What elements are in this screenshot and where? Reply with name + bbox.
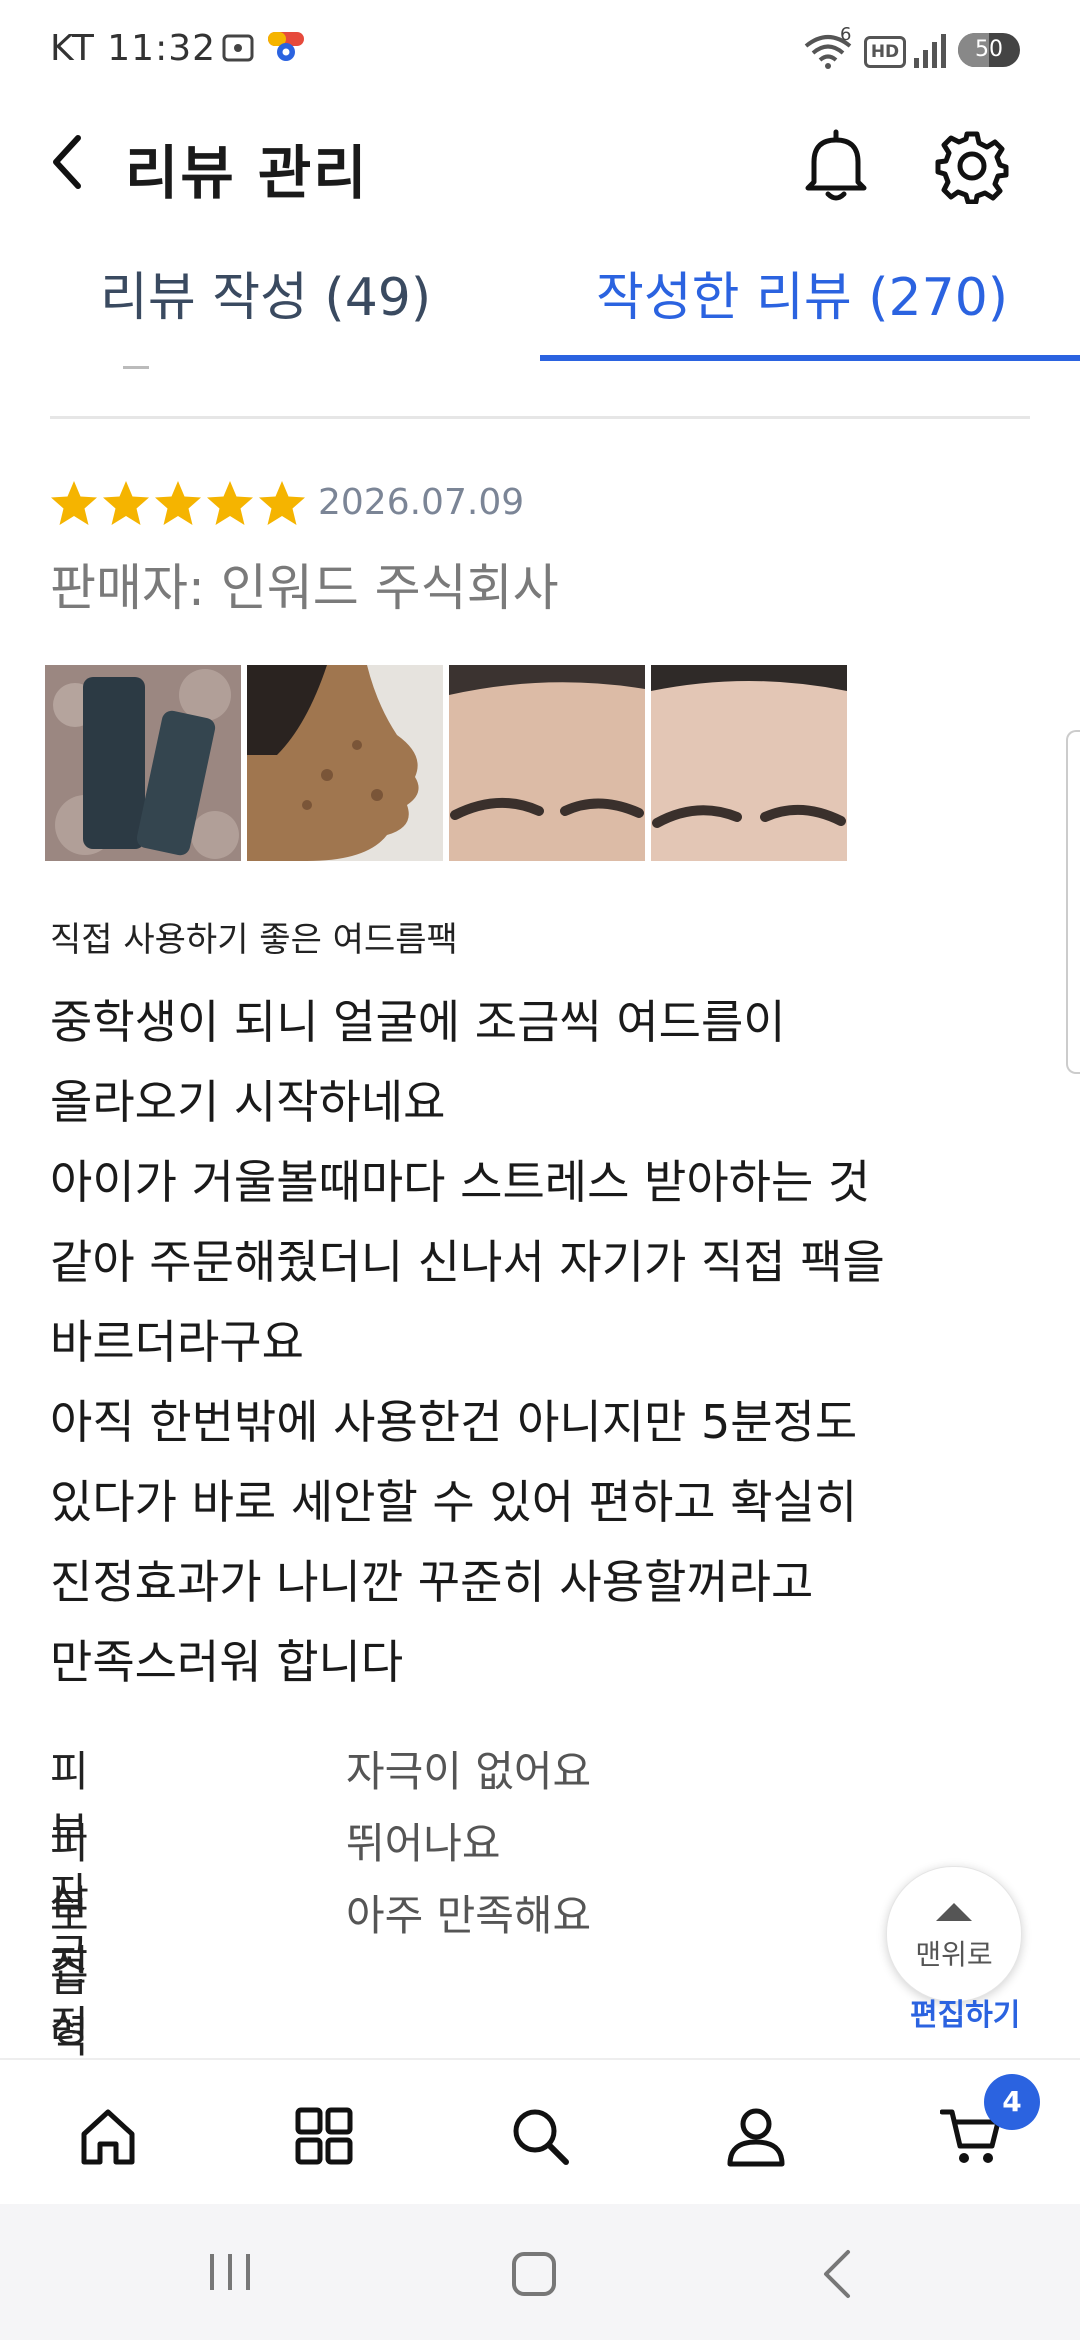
rating-value: 자극이 없어요 [346,1747,592,1796]
product-photo-image [45,665,241,861]
wifi-label: 6 [840,24,852,45]
bell-icon[interactable] [800,128,872,204]
rating-value: 아주 만족해요 [346,1891,592,1940]
active-tab-indicator [540,355,1080,361]
scroll-to-top-button[interactable]: 맨위로 [886,1866,1022,2002]
bottom-nav [0,2058,1080,2206]
forehead-photo-2-image [651,665,847,861]
rating-label: 보습력 [50,1891,89,2062]
clock: 11:32 [107,28,217,69]
rating-value: 뛰어나요 [346,1819,501,1868]
battery-level: 50 [975,37,1003,62]
star-icon [155,481,201,525]
battery-indicator: 50 [958,33,1020,67]
up-arrow-icon [936,1903,972,1921]
star-icon [103,481,149,525]
forehead-photo-2[interactable] [651,665,847,861]
system-back-icon[interactable] [818,2248,858,2300]
home-icon[interactable] [76,2104,140,2168]
tab-written-reviews[interactable]: 작성한 리뷰 (270) [596,255,1008,330]
back-arrow-icon[interactable] [44,130,92,194]
tab-indicator-inactive [123,366,149,369]
scroll-to-top-label: 맨위로 [915,1938,993,1971]
home-button-icon[interactable] [510,2250,558,2298]
review-headline: 직접 사용하기 좋은 여드름팩 [50,920,458,960]
scrollbar-handle[interactable] [1066,730,1080,1074]
account-icon[interactable] [724,2104,788,2168]
settings-gear-icon[interactable] [934,128,1010,204]
carrier: KT [50,28,95,69]
product-photo[interactable] [45,665,241,861]
recent-apps-icon[interactable] [206,2250,254,2294]
seller-name: 판매자: 인워드 주식회사 [50,559,559,617]
review-date: 2026.07.09 [318,482,525,523]
forehead-photo-1[interactable] [449,665,645,861]
hd-icon: HD [864,36,906,68]
location-app-icon [268,32,304,61]
tab-write-review[interactable]: 리뷰 작성 (49) [100,255,431,330]
carrier-time: KT 11:32 [50,28,216,69]
page-title: 리뷰 관리 [125,139,369,207]
cell-signal-icon [914,34,946,68]
system-nav-bar [0,2204,1080,2340]
edit-button[interactable]: 편집하기 [910,1990,1020,2034]
face-mask-photo-image [247,665,443,861]
screenshot-icon [222,34,254,62]
cart-count-badge: 4 [984,2074,1040,2130]
status-bar: KT 11:32 6 HD 50 [0,0,1080,100]
star-icon [51,481,97,525]
face-mask-photo[interactable] [247,665,443,861]
tab-divider [50,416,1030,419]
review-body: 중학생이 되니 얼굴에 조금씩 여드름이 올라오기 시작하네요 아이가 거울볼때… [50,995,885,1689]
star-rating [48,478,308,530]
star-icon [207,481,253,525]
forehead-photo-1-image [449,665,645,861]
search-icon[interactable] [508,2104,572,2168]
star-icon [259,481,305,525]
category-icon[interactable] [292,2104,356,2168]
